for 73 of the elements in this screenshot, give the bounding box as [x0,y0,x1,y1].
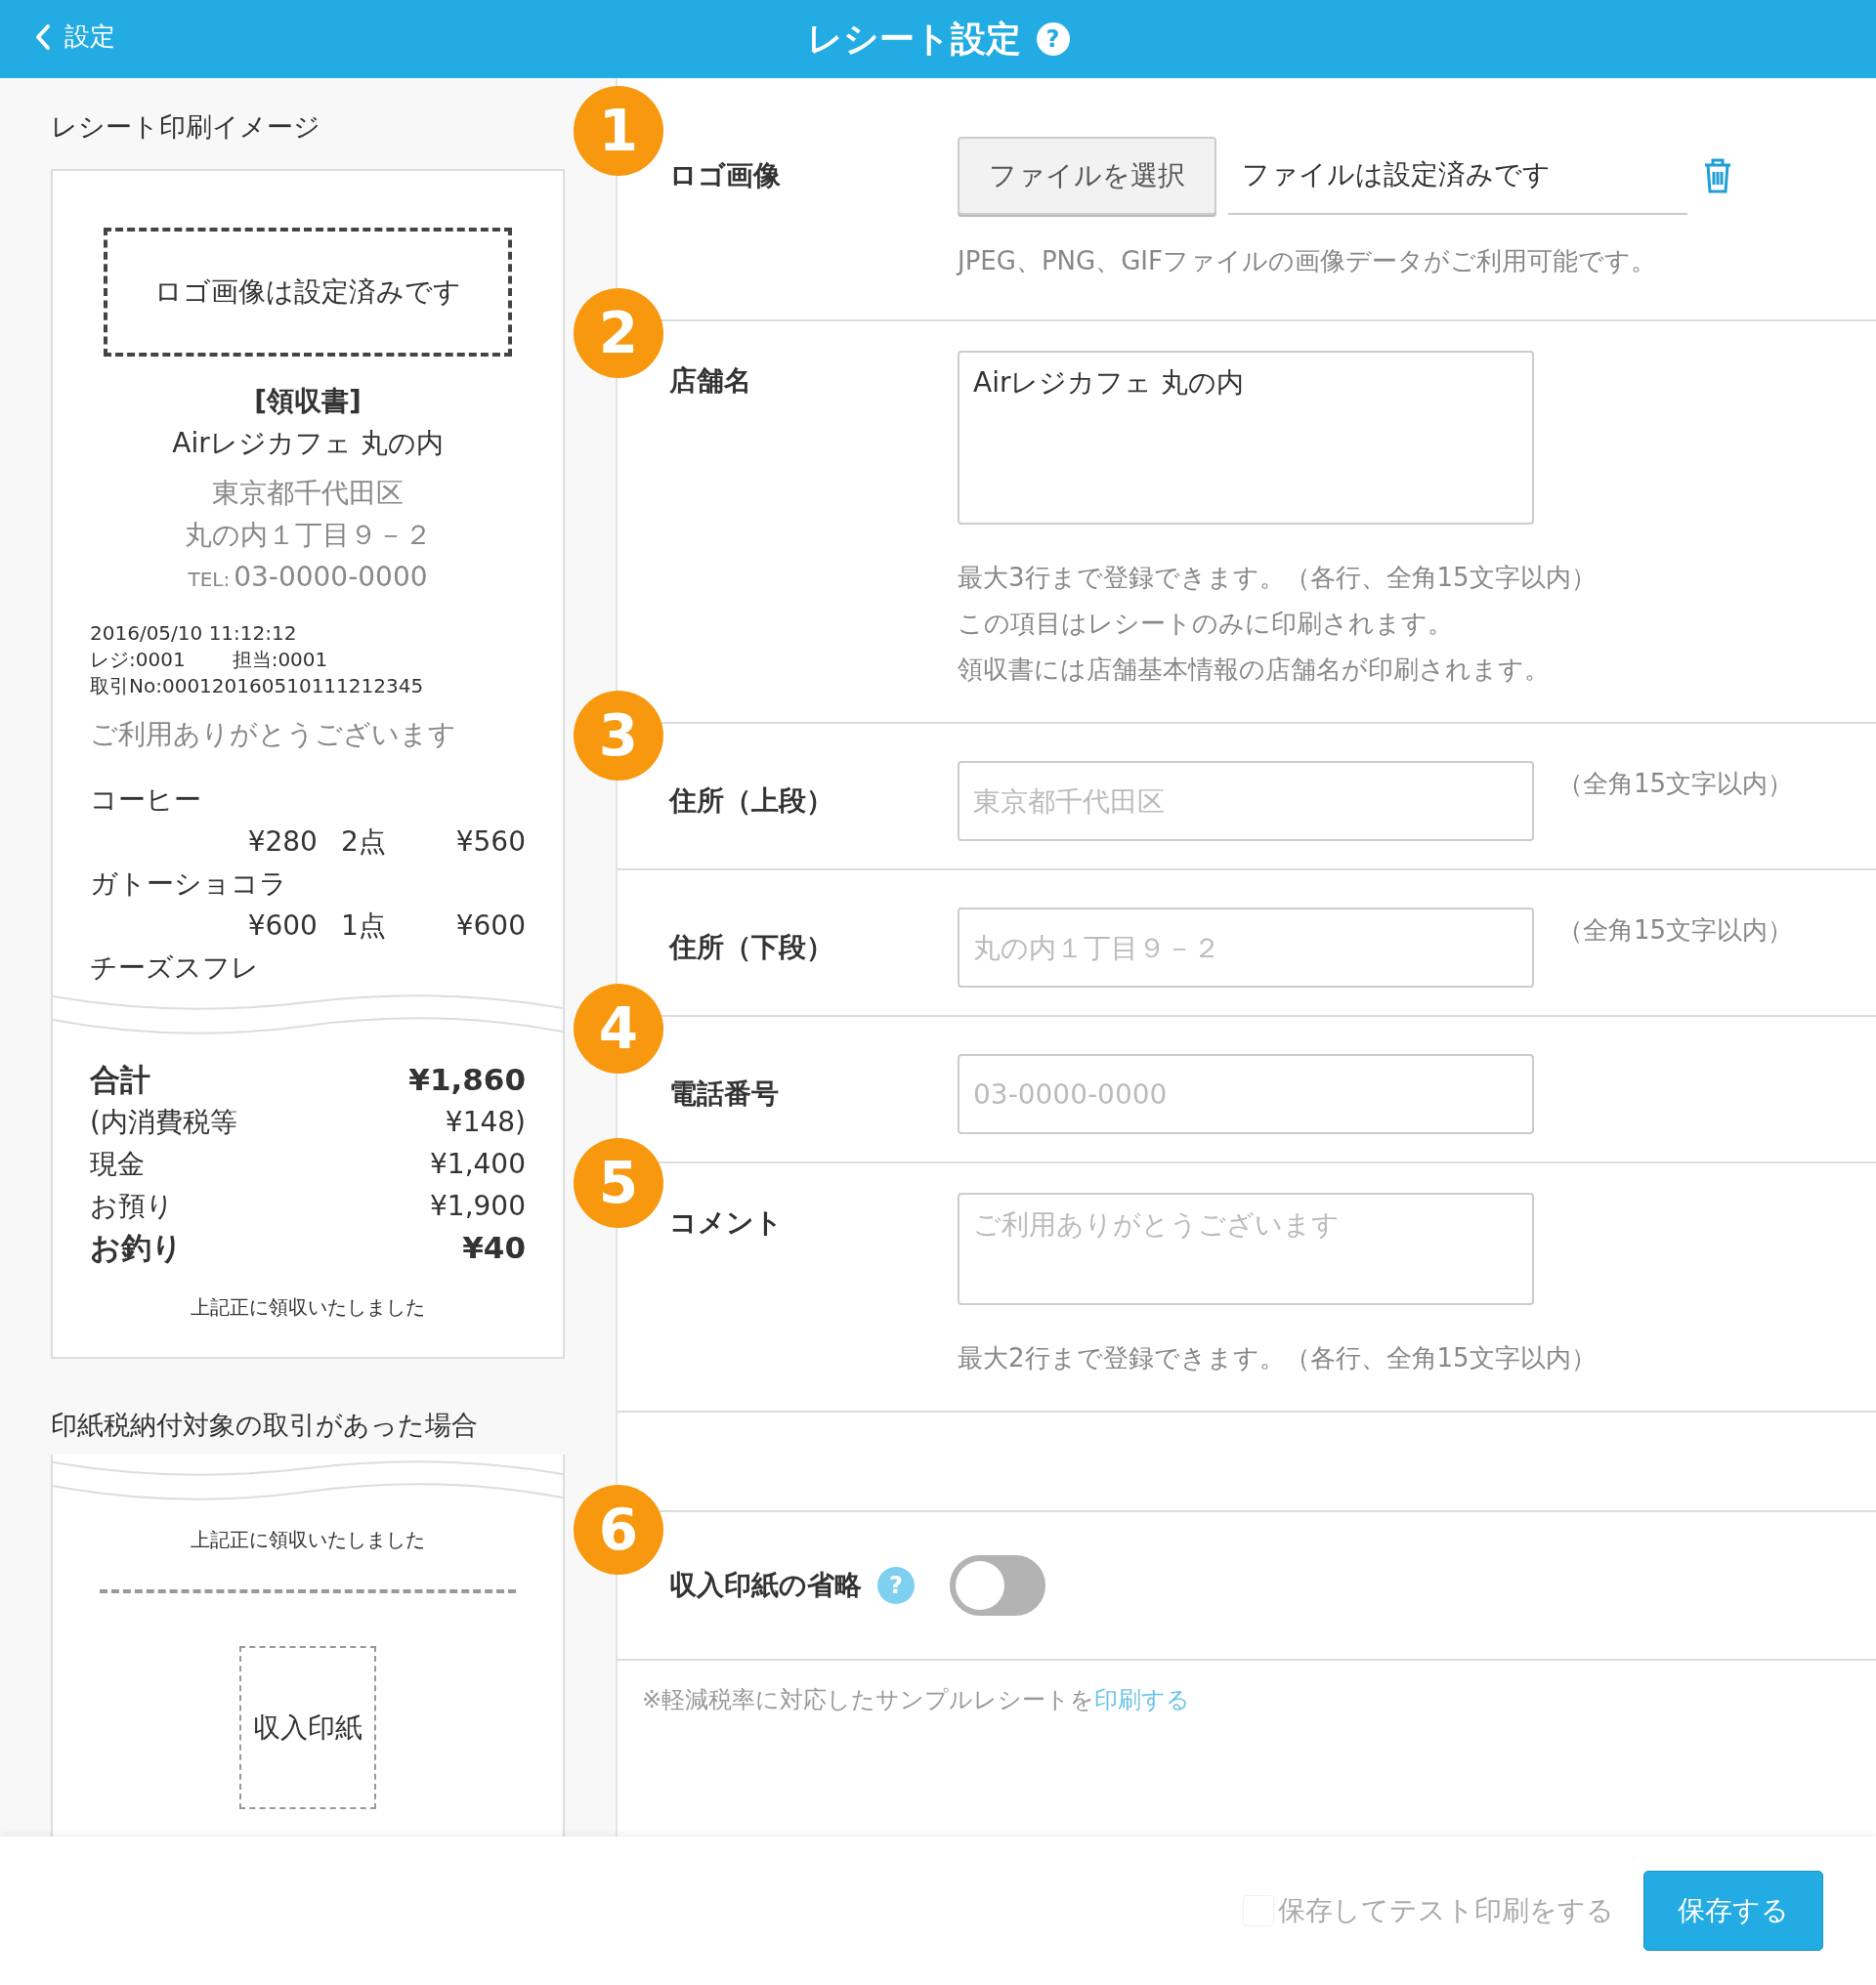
hint-text: 領収書には店舗基本情報の店舗名が印刷されます。 [958,654,1551,686]
shop-name: Airレジカフェ 丸の内 [171,425,445,461]
page-title: レシート設定 [806,18,1021,61]
length-note: （全角15文字以内） [1557,768,1794,800]
step-number-badge: 1 [574,86,663,176]
field-label: 住所（上段） [669,783,833,819]
item-name: ガトーショコラ [90,866,288,902]
item-name: チーズスフレ [90,950,260,986]
stamp-preview-title: 印紙税納付対象の取引があった場合 [51,1408,479,1442]
total-label: お釣り [90,1228,183,1267]
receipt-datetime: 2016/05/10 11:12:12 [90,619,298,647]
total-value: ¥40 [462,1228,526,1267]
back-button[interactable]: 設定 [35,18,115,56]
item-amount: ¥560 [454,824,526,860]
item-price: ¥280 [247,824,318,860]
total-label: お預り [90,1188,174,1224]
total-label: 合計 [90,1060,150,1099]
save-button[interactable]: 保存する [1643,1871,1823,1951]
input-field[interactable]: 丸の内１丁目９－２ [958,908,1534,988]
input-field[interactable]: 東京都千代田区 [958,761,1534,841]
back-icon [35,22,51,51]
step-number-badge: 6 [574,1485,663,1575]
file-status: ファイルは設定済みです [1228,137,1687,215]
total-value: ¥1,900 [430,1188,526,1224]
tel-number: 03-0000-0000 [234,560,428,593]
input-field[interactable]: 03-0000-0000 [958,1054,1534,1134]
step-number-badge: 5 [574,1138,663,1228]
step-number-badge: 3 [574,691,663,781]
hint-text: 最大2行まで登録できます。（各行、全角15文字以内） [958,1342,1597,1374]
length-note: （全角15文字以内） [1557,914,1794,947]
staff-number: 担当:0001 [232,646,328,673]
hint-text: この項目はレシートのみに印刷されます。 [958,608,1454,640]
receipt-heading: [領収書] [253,383,362,419]
preview-title: レシート印刷イメージ [51,110,321,144]
step-number-badge: 4 [574,984,663,1074]
step-number-badge: 2 [574,288,663,378]
field-label: ロゴ画像 [669,158,781,193]
sample-note: ※軽減税率に対応したサンプルレシートを印刷する [641,1685,1192,1715]
item-quantity: 2点 [340,824,386,860]
tel-label: TEL: [188,567,231,591]
total-value: ¥148) [445,1104,526,1140]
print-link[interactable]: 印刷する [1094,1686,1191,1713]
help-icon[interactable]: ? [1036,22,1070,56]
revenue-stamp-label: 収入印紙 [253,1710,362,1746]
received-text: 上記正に領収いたしました [190,1527,426,1553]
field-label: 店舗名 [669,363,751,399]
trash-icon[interactable] [1703,157,1732,194]
field-label: コメント [669,1205,783,1241]
hint-text: 最大3行まで登録できます。（各行、全角15文字以内） [958,562,1597,594]
field-label: 収入印紙の省略 [669,1568,862,1603]
transaction-number: 取引No:000120160510111212345 [90,672,425,699]
total-value: ¥1,400 [430,1146,526,1182]
text-area[interactable]: ご利用ありがとうございます [958,1193,1534,1305]
total-value: ¥1,860 [408,1060,526,1099]
field-label: 住所（下段） [669,930,833,965]
register-number: レジ:0001 [90,646,186,673]
item-quantity: 1点 [340,908,386,944]
item-name: コーヒー [90,781,202,818]
text-area[interactable]: Airレジカフェ 丸の内 [958,351,1534,525]
test-print-label: 保存してテスト印刷をする [1278,1893,1614,1928]
item-amount: ¥600 [454,908,526,944]
address-line: 東京都千代田区 [211,475,405,511]
total-label: 現金 [90,1146,145,1182]
help-icon[interactable]: ? [877,1567,915,1604]
address-line: 丸の内１丁目９－２ [183,517,433,553]
total-label: (内消費税等 [90,1104,237,1140]
logo-status-text: ロゴ画像は設定済みです [154,274,461,310]
received-text: 上記正に領収いたしました [190,1293,426,1321]
hint-text: JPEG、PNG、GIFファイルの画像データがご利用可能です。 [958,245,1657,277]
item-price: ¥600 [247,908,318,944]
file-select-button[interactable]: ファイルを選択 [958,137,1216,215]
field-label: 電話番号 [669,1077,779,1112]
receipt-comment: ご利用ありがとうございます [89,716,457,752]
